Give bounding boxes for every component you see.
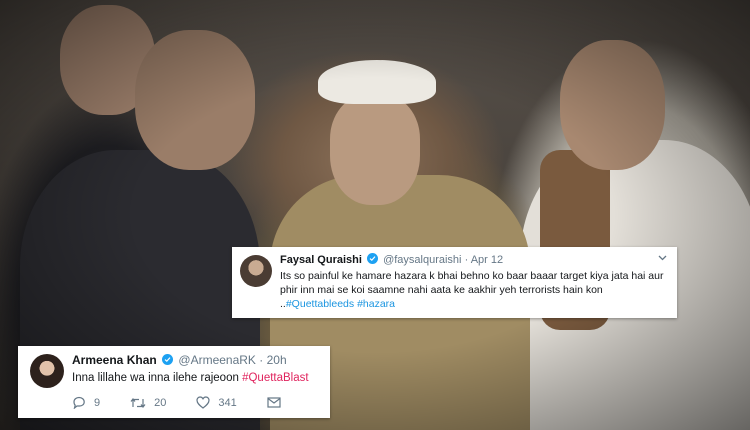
tweet-body: Inna lillahe wa inna ilehe rajeoon: [72, 372, 239, 384]
hashtag-hazara[interactable]: #hazara: [357, 298, 395, 310]
tweet-time[interactable]: 20h: [267, 353, 287, 367]
reply-icon: [73, 396, 85, 409]
like-icon: [196, 396, 210, 409]
hashtag-quettableeds[interactable]: #Quettableeds: [286, 298, 354, 310]
verified-icon: [367, 253, 378, 264]
author-name[interactable]: Armeena Khan: [72, 353, 157, 367]
separator-dot: ·: [259, 353, 264, 367]
hashtag-quettablast[interactable]: #QuettaBlast: [242, 372, 308, 384]
retweet-button[interactable]: 20: [130, 397, 166, 409]
reply-count: 9: [94, 396, 101, 409]
author-name[interactable]: Faysal Quraishi: [280, 254, 362, 266]
separator-dot: ·: [464, 254, 469, 266]
retweet-count: 20: [154, 396, 167, 409]
tweet-actions: 9 20 341: [72, 396, 320, 409]
tweet-date[interactable]: Apr 12: [471, 254, 503, 266]
tweet-header: Faysal Quraishi @faysalquraishi · Apr 12: [280, 253, 667, 267]
like-button[interactable]: 341: [196, 396, 237, 409]
tweet-card-armeena[interactable]: Armeena Khan @ArmeenaRK · 20h Inna lilla…: [18, 346, 330, 418]
tweet-text: Inna lillahe wa inna ilehe rajeoon #Quet…: [72, 370, 320, 386]
message-button[interactable]: [267, 397, 289, 408]
tweet-text: Its so painful ke hamare hazara k bhai b…: [280, 269, 667, 311]
retweet-icon: [130, 397, 146, 408]
like-count: 341: [218, 396, 237, 409]
tweet-header: Armeena Khan @ArmeenaRK · 20h: [72, 353, 320, 368]
author-handle[interactable]: @faysalquraishi: [383, 254, 461, 266]
tweet-card-faysal[interactable]: Faysal Quraishi @faysalquraishi · Apr 12…: [232, 247, 677, 318]
verified-icon: [162, 354, 174, 365]
avatar[interactable]: [240, 255, 272, 287]
avatar[interactable]: [30, 354, 64, 388]
chevron-down-icon[interactable]: [658, 253, 667, 264]
message-icon: [267, 397, 281, 408]
reply-button[interactable]: 9: [72, 396, 100, 409]
author-handle[interactable]: @ArmeenaRK: [178, 353, 256, 367]
